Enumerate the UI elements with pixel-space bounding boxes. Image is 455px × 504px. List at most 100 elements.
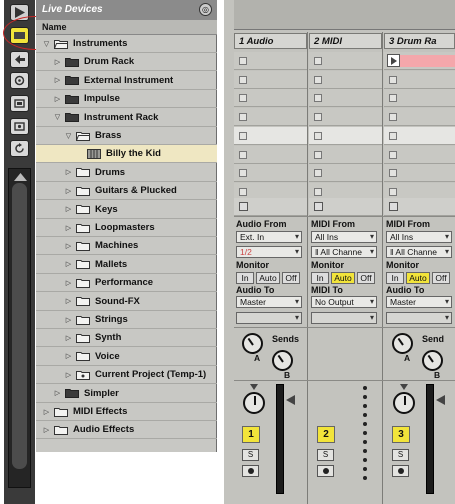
track-activator-button[interactable]: 2 [317,426,335,443]
clip-slot[interactable] [309,108,382,127]
clip-slot[interactable] [384,145,455,164]
collapsed-triangle-icon[interactable]: ▷ [64,316,73,324]
send-b-knob[interactable] [272,350,293,371]
clip-stop-button[interactable] [239,75,247,84]
collapsed-triangle-icon[interactable]: ▷ [42,426,51,434]
clip-stop-button[interactable] [239,169,247,178]
clip-stop-button[interactable] [389,113,397,122]
pan-knob[interactable] [393,392,415,414]
track-activator-button[interactable]: 3 [392,426,410,443]
collapsed-triangle-icon[interactable]: ▷ [64,279,73,287]
monitor-off-button[interactable]: Off [282,272,300,284]
collapsed-triangle-icon[interactable]: ▷ [53,76,62,84]
clip-slot[interactable] [309,70,382,89]
input-channel-dropdown[interactable]: ǁ All Channe [386,246,452,258]
browser-item[interactable]: ▷ Performance [36,274,217,293]
output-dropdown[interactable]: No Output [311,296,377,308]
browser-item[interactable]: ▷ Voice [36,348,217,366]
collapsed-triangle-icon[interactable]: ▷ [64,224,73,232]
clip-slot[interactable] [384,70,455,89]
clip-stop-button[interactable] [389,75,397,84]
arm-record-button[interactable] [242,465,259,477]
collapsed-triangle-icon[interactable]: ▷ [64,242,73,250]
browser-item[interactable]: ▷ Mallets [36,256,217,274]
browser-item[interactable]: ▽ Instruments [36,35,217,53]
input-channel-dropdown[interactable]: ǁ All Channe [311,246,377,258]
clip-stop-button[interactable] [239,57,247,65]
stop-all-clips-button[interactable] [239,202,248,211]
clips-icon[interactable] [10,95,29,112]
scrollbar-thumb[interactable] [12,183,27,469]
collapsed-triangle-icon[interactable]: ▷ [64,260,73,268]
collapsed-triangle-icon[interactable]: ▷ [53,95,62,103]
monitor-in-button[interactable]: In [311,272,329,284]
clip-slot[interactable] [309,52,382,70]
clip-slot[interactable] [234,108,307,127]
output-channel-field[interactable] [236,312,302,324]
clip-slot[interactable] [309,145,382,164]
clip-stop-button[interactable] [239,113,247,122]
browser-item[interactable]: ▷ External Instrument [36,72,217,90]
solo-button[interactable]: S [392,449,409,461]
clip-slot[interactable] [309,164,382,183]
send-b-knob[interactable] [422,350,443,371]
clip-stop-button[interactable] [239,131,247,140]
input-source-dropdown[interactable]: Ext. In [236,231,302,243]
browser-item[interactable]: ▷ Sound-FX [36,293,217,311]
arm-record-button[interactable] [392,465,409,477]
collapsed-triangle-icon[interactable]: ▷ [64,168,73,176]
browser-item[interactable]: ▷ Current Project (Temp-1) [36,366,217,385]
clip-stop-button[interactable] [314,169,322,178]
browser-item[interactable]: ▷ Audio Effects [36,421,217,440]
monitor-in-button[interactable]: In [386,272,404,284]
expanded-triangle-icon[interactable]: ▽ [53,113,62,121]
collapsed-triangle-icon[interactable]: ▷ [64,187,73,195]
clip-stop-button[interactable] [239,187,247,196]
clip-stop-button[interactable] [314,75,322,84]
monitor-in-button[interactable]: In [236,272,254,284]
output-channel-field[interactable] [311,312,377,324]
expanded-triangle-icon[interactable]: ▽ [64,132,73,140]
monitor-auto-button[interactable]: Auto [406,272,430,284]
collapsed-triangle-icon[interactable]: ▷ [64,352,73,360]
browser-item[interactable]: Billy the Kid [36,145,217,164]
library-icon[interactable] [10,118,29,135]
monitor-off-button[interactable]: Off [357,272,375,284]
browser-item[interactable]: ▽ Brass [36,127,217,145]
track-title[interactable]: 2 MIDI [309,33,382,49]
browser-item[interactable]: ▽ Instrument Rack [36,109,217,127]
clip-stop-button[interactable] [239,94,247,103]
browser-item[interactable]: ▷ Drums [36,164,217,182]
clip-stop-button[interactable] [389,94,397,103]
collapsed-triangle-icon[interactable]: ▷ [64,297,73,305]
clip-slot[interactable] [384,164,455,183]
collapsed-triangle-icon[interactable]: ▷ [64,334,73,342]
solo-button[interactable]: S [317,449,334,461]
clip-slot[interactable] [234,164,307,183]
collapsed-triangle-icon[interactable]: ▷ [53,389,62,397]
clip-stop-button[interactable] [314,94,322,103]
pan-knob[interactable] [243,392,265,414]
track-title[interactable]: 3 Drum Ra [384,33,455,49]
arm-record-button[interactable] [317,465,334,477]
clip-stop-button[interactable] [239,150,247,159]
volume-fader-handle[interactable] [286,395,295,405]
track-title[interactable]: 1 Audio [234,33,307,49]
clip-slot[interactable] [309,126,382,145]
monitor-off-button[interactable]: Off [432,272,450,284]
refresh-icon[interactable] [10,140,29,157]
clip-stop-button[interactable] [389,131,397,140]
input-source-dropdown[interactable]: All Ins [311,231,377,243]
send-a-knob[interactable] [392,333,413,354]
samples-icon[interactable] [10,72,29,89]
clip-slot[interactable] [234,145,307,164]
clip-slot[interactable] [309,89,382,108]
clip-stop-button[interactable] [314,131,322,140]
clip[interactable] [400,55,455,67]
column-header-name[interactable]: Name [36,20,217,35]
clip-slot[interactable] [384,126,455,145]
monitor-auto-button[interactable]: Auto [331,272,355,284]
clip-stop-button[interactable] [389,150,397,159]
scroll-up-icon[interactable] [14,173,27,181]
browser-item[interactable]: ▷ Impulse [36,90,217,109]
